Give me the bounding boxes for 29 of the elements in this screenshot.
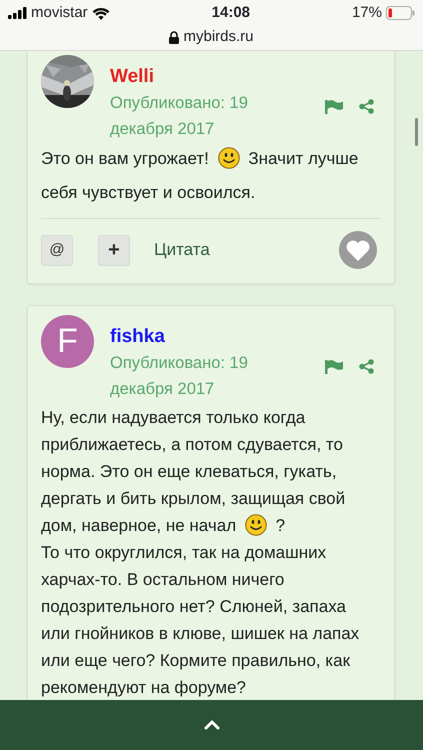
scroll-up-icon[interactable] — [204, 720, 220, 730]
author-name[interactable]: Welli — [110, 66, 154, 88]
heart-icon — [346, 240, 370, 260]
flag-icon[interactable] — [325, 100, 343, 114]
share-icon[interactable] — [359, 359, 374, 374]
smiley-icon — [244, 514, 267, 536]
battery-icon — [386, 6, 415, 20]
quote-link[interactable]: Цитата — [154, 237, 210, 263]
smiley-icon — [218, 147, 240, 169]
lock-icon — [169, 30, 180, 44]
post-text: Ну, если надувается только когда приближаетесь, а потом сдувается, то норма. Это он еще клеваться, гукать, дергать и бить крылом, защищая свой дом, наверное, не начал ? — [41, 407, 346, 538]
url-text: mybirds.ru — [183, 26, 254, 47]
author-name[interactable]: fishka — [110, 326, 165, 348]
avatar: F — [41, 315, 94, 368]
carrier-name: movistar — [31, 2, 88, 23]
battery-percent: 17% — [352, 2, 382, 23]
multiquote-button[interactable]: + — [98, 234, 130, 266]
share-icon[interactable] — [359, 99, 374, 114]
publish-date: Опубликовано: 19 декабря 2017 — [110, 353, 249, 400]
wifi-icon — [92, 6, 110, 20]
scrollbar-thumb — [415, 118, 418, 146]
signal-icon — [8, 7, 27, 19]
clock-time: 14:08 — [212, 2, 250, 23]
post-text: То что округлился, так на домашних харчах-то. В остальном ничего подозрительного нет? Слюней, запаха или гнойников в клюве, шишек на лапах или еще чего? Кормите правильно, как рекомендуют на форуме? — [41, 542, 360, 699]
flag-icon[interactable] — [325, 360, 343, 374]
publish-date: Опубликовано: 19 декабря 2017 — [110, 93, 249, 140]
mention-button[interactable]: @ — [41, 234, 73, 266]
like-button[interactable] — [339, 231, 377, 269]
post-text: Это он вам угрожает! Значит лучше себя чувствует и освоился. — [41, 146, 360, 204]
